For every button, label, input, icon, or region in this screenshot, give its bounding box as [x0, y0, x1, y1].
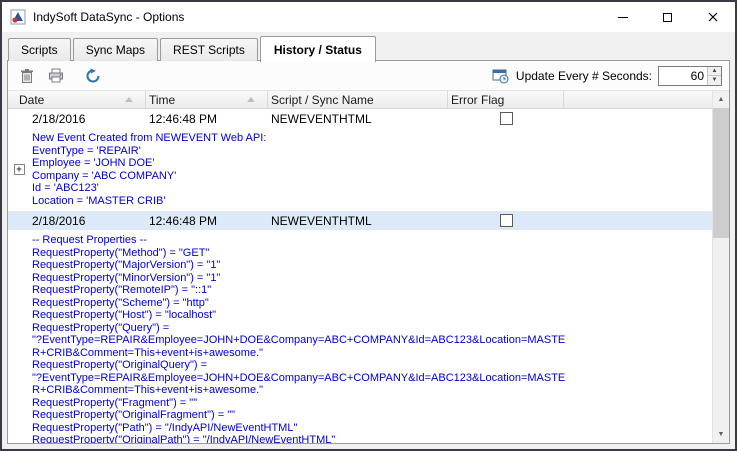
printer-icon	[48, 68, 64, 83]
spinner-up-button[interactable]: ▲	[708, 67, 721, 77]
detail-line: RequestProperty("OriginalPath") = "/Indy…	[32, 434, 712, 443]
grid-body: 2/18/2016 12:46:48 PM NEWEVENTHTML + New…	[8, 109, 712, 443]
column-header-label: Time	[149, 93, 175, 107]
detail-line: RequestProperty("Host") = "localhost"	[32, 309, 712, 322]
cell-date: 2/18/2016	[30, 112, 146, 126]
minimize-icon	[618, 17, 628, 18]
detail-line: -- Request Properties --	[32, 234, 712, 247]
detail-line: Id = 'ABC123'	[32, 182, 712, 195]
refresh-button[interactable]	[81, 64, 105, 88]
refresh-icon	[85, 68, 101, 84]
cell-error-flag	[448, 112, 564, 125]
detail-line: R+CRIB&Comment=This+event+is+awesome."	[32, 384, 712, 397]
detail-line: RequestProperty("Method") = "GET"	[32, 247, 712, 260]
detail-line: R+CRIB&Comment=This+event+is+awesome."	[32, 347, 712, 360]
column-header-label: Script / Sync Name	[271, 93, 374, 107]
detail-line: "?EventType=REPAIR&Employee=JOHN+DOE&Com…	[32, 334, 712, 347]
maximize-button[interactable]	[645, 2, 690, 32]
detail-line: RequestProperty("MinorVersion") = "1"	[32, 272, 712, 285]
scrollbar-track[interactable]	[713, 108, 729, 426]
detail-line: RequestProperty("OriginalFragment") = ""	[32, 409, 712, 422]
column-header-label: Date	[19, 93, 44, 107]
detail-line: RequestProperty("Query") =	[32, 322, 712, 335]
cell-error-flag	[448, 214, 564, 227]
detail-lines: New Event Created from NEWEVENT Web API:…	[30, 132, 712, 207]
tab-scripts[interactable]: Scripts	[8, 38, 71, 61]
error-flag-checkbox[interactable]	[500, 112, 513, 125]
detail-block: + New Event Created from NEWEVENT Web AP…	[8, 128, 712, 211]
cell-script-sync-name: NEWEVENTHTML	[268, 112, 448, 126]
detail-line: Company = 'ABC COMPANY'	[32, 170, 712, 183]
tab-rest-scripts[interactable]: REST Scripts	[160, 38, 258, 61]
toolbar: Update Every # Seconds: ▲ ▼	[8, 61, 729, 91]
minimize-button[interactable]	[600, 2, 645, 32]
title-bar: IndySoft DataSync - Options	[2, 2, 735, 32]
trash-icon	[20, 68, 34, 84]
close-icon	[708, 12, 718, 22]
spinner-buttons: ▲ ▼	[707, 67, 721, 85]
cell-time: 12:46:48 PM	[146, 112, 268, 126]
column-header-label: Error Flag	[451, 93, 504, 107]
detail-line: Employee = 'JOHN DOE'	[32, 157, 712, 170]
update-interval-input[interactable]	[659, 67, 707, 85]
detail-line: RequestProperty("RemoteIP") = "::1"	[32, 284, 712, 297]
column-header-error-flag[interactable]: Error Flag	[448, 91, 564, 108]
update-interval-label: Update Every # Seconds:	[516, 69, 652, 83]
detail-line: "?EventType=REPAIR&Employee=JOHN+DOE&Com…	[32, 372, 712, 385]
app-icon	[10, 9, 26, 25]
delete-button[interactable]	[15, 64, 39, 88]
expand-button[interactable]: +	[14, 164, 25, 175]
update-interval-group: Update Every # Seconds: ▲ ▼	[492, 66, 722, 86]
grid-main: Date Time Script / Sync Name Error Flag	[8, 91, 712, 443]
sort-ascending-icon	[247, 97, 255, 102]
vertical-scrollbar[interactable]: ▲ ▼	[712, 91, 729, 443]
tab-sync-maps[interactable]: Sync Maps	[73, 38, 158, 61]
spinner-down-button[interactable]: ▼	[708, 76, 721, 85]
print-button[interactable]	[44, 64, 68, 88]
grid-header-row: Date Time Script / Sync Name Error Flag	[8, 91, 712, 109]
app-window: IndySoft DataSync - Options Scripts Sync…	[0, 0, 737, 451]
detail-line: RequestProperty("OriginalQuery") =	[32, 359, 712, 372]
cell-script-sync-name: NEWEVENTHTML	[268, 214, 448, 228]
sort-ascending-icon	[125, 97, 133, 102]
detail-line: RequestProperty("Scheme") = "http"	[32, 297, 712, 310]
caption-buttons	[600, 2, 735, 32]
scroll-up-button[interactable]: ▲	[713, 91, 729, 108]
close-button[interactable]	[690, 2, 735, 32]
tab-strip: Scripts Sync Maps REST Scripts History /…	[2, 32, 735, 60]
detail-line: RequestProperty("Path") = "/IndyAPI/NewE…	[32, 422, 712, 435]
update-interval-icon	[492, 68, 509, 84]
history-status-pane: Update Every # Seconds: ▲ ▼ Date	[7, 60, 730, 444]
detail-gutter	[8, 234, 30, 443]
maximize-icon	[663, 13, 672, 22]
table-row[interactable]: 2/18/2016 12:46:48 PM NEWEVENTHTML	[8, 109, 712, 128]
column-header-filler	[564, 91, 712, 108]
column-header-date[interactable]: Date	[8, 91, 146, 108]
history-grid: Date Time Script / Sync Name Error Flag	[8, 91, 729, 443]
detail-block: -- Request Properties --RequestProperty(…	[8, 230, 712, 443]
scrollbar-thumb[interactable]	[713, 108, 729, 238]
column-header-time[interactable]: Time	[146, 91, 268, 108]
detail-line: Location = 'MASTER CRIB'	[32, 195, 712, 208]
detail-line: New Event Created from NEWEVENT Web API:	[32, 132, 712, 145]
scroll-down-button[interactable]: ▼	[713, 426, 729, 443]
detail-lines: -- Request Properties --RequestProperty(…	[30, 234, 712, 443]
column-header-script-sync-name[interactable]: Script / Sync Name	[268, 91, 448, 108]
error-flag-checkbox[interactable]	[500, 214, 513, 227]
detail-line: EventType = 'REPAIR'	[32, 145, 712, 158]
window-title: IndySoft DataSync - Options	[33, 10, 184, 24]
detail-line: RequestProperty("MajorVersion") = "1"	[32, 259, 712, 272]
detail-gutter: +	[8, 132, 30, 207]
tab-history-status[interactable]: History / Status	[260, 36, 376, 62]
cell-date: 2/18/2016	[30, 214, 146, 228]
detail-line: RequestProperty("Fragment") = ""	[32, 397, 712, 410]
update-interval-spinbox: ▲ ▼	[658, 66, 722, 86]
cell-time: 12:46:48 PM	[146, 214, 268, 228]
table-row[interactable]: 2/18/2016 12:46:48 PM NEWEVENTHTML	[8, 211, 712, 230]
